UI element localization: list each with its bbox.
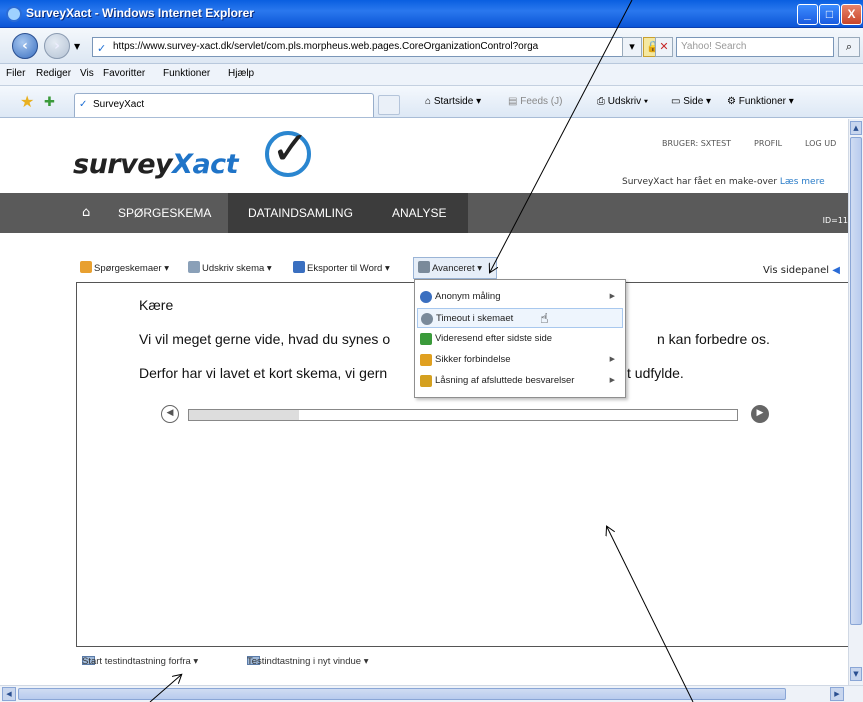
- window-title: SurveyXact - Windows Internet Explorer: [26, 6, 254, 20]
- page-icon-cmd: ▭: [671, 96, 681, 107]
- hand-cursor-icon: ☝: [540, 311, 549, 327]
- scroll-down-icon[interactable]: ▼: [850, 667, 862, 681]
- menu-item-timeout[interactable]: Timeout i skemaet: [417, 308, 623, 328]
- vertical-scrollbar[interactable]: ▲ ▼: [848, 119, 863, 685]
- tab-page-icon: ✓: [79, 99, 88, 110]
- print-schema-menu[interactable]: Udskriv skema ▾: [188, 261, 272, 274]
- next-page-button[interactable]: ▶: [751, 405, 769, 423]
- survey-line-2b: t udfylde.: [627, 365, 684, 381]
- tab-surveyxact[interactable]: ✓ SurveyXact: [74, 93, 374, 117]
- menu-item-forward[interactable]: Videresend efter sidste side: [417, 329, 623, 349]
- address-toolbar: ‹ › ▼ ✓ https://www.survey-xact.dk/servl…: [0, 28, 863, 64]
- greeting-text: Kære: [139, 297, 174, 313]
- print-icon: ⎙: [597, 96, 605, 107]
- submenu-arrow-icon: ▶: [609, 377, 615, 384]
- vertical-scroll-thumb[interactable]: [850, 137, 862, 625]
- minimize-button[interactable]: _: [797, 4, 818, 25]
- user-label: BRUGER: SXTEST: [662, 139, 732, 148]
- horizontal-scrollbar[interactable]: ◀ ▶: [0, 685, 863, 702]
- favorites-star-icon[interactable]: ★: [20, 92, 34, 112]
- advanced-menu[interactable]: Avanceret ▾: [418, 261, 482, 274]
- pencil-icon: [80, 261, 92, 273]
- page-content: BRUGER: SXTEST PROFIL LOG UD surveyXact …: [0, 119, 848, 685]
- surveyxact-logo[interactable]: surveyXact ✓: [73, 121, 313, 183]
- survey-line-1b: n kan forbedre os.: [657, 331, 770, 347]
- scroll-left-icon[interactable]: ◀: [2, 687, 16, 701]
- survey-line-1a: Vi vil meget gerne vide, hvad du synes o: [139, 331, 391, 347]
- home-command[interactable]: ⌂ Startside ▾: [425, 96, 481, 107]
- tools-command[interactable]: ⚙ Funktioner ▾: [727, 96, 794, 107]
- page-command[interactable]: ▭ Side ▾: [671, 96, 711, 107]
- progress-bar: [188, 409, 738, 421]
- forward-page-icon: [420, 333, 432, 345]
- add-favorite-icon[interactable]: ✚: [44, 94, 55, 110]
- logo-text: surveyXact: [73, 149, 239, 180]
- nav-tab-survey[interactable]: SPØRGESKEMA: [118, 193, 212, 233]
- go-dropdown-icon[interactable]: ▾: [622, 37, 642, 57]
- word-icon: [293, 261, 305, 273]
- ie-logo-icon: [6, 6, 22, 22]
- menu-file[interactable]: Filer: [6, 68, 25, 79]
- logout-link[interactable]: LOG UD: [805, 139, 836, 148]
- back-button[interactable]: ‹: [12, 33, 38, 59]
- scroll-right-icon[interactable]: ▶: [830, 687, 844, 701]
- show-side-panel[interactable]: Vis sidepanel ◀: [763, 265, 840, 276]
- submenu-arrow-icon: ▶: [609, 293, 615, 300]
- prev-page-button[interactable]: ◀: [161, 405, 179, 423]
- scroll-up-icon[interactable]: ▲: [850, 121, 862, 135]
- home-icon: ⌂: [425, 96, 432, 107]
- nav-id-label: ID=11: [822, 216, 848, 225]
- horizontal-scroll-thumb[interactable]: [18, 688, 786, 700]
- url-field[interactable]: ✓ https://www.survey-xact.dk/servlet/com…: [92, 37, 637, 57]
- arrow-left-icon: ◀: [832, 265, 840, 276]
- home-icon-nav[interactable]: ⌂: [82, 205, 96, 220]
- search-input[interactable]: Yahoo! Search: [676, 37, 834, 57]
- stop-icon[interactable]: ✕: [655, 37, 673, 57]
- read-more-link[interactable]: Læs mere: [780, 177, 825, 187]
- search-icon[interactable]: ⌕: [838, 37, 860, 57]
- logo-check-icon: ✓: [271, 121, 310, 175]
- window-titlebar: SurveyXact - Windows Internet Explorer _…: [0, 0, 863, 28]
- gear-icon: ⚙: [727, 96, 736, 107]
- main-nav: ⌂ SPØRGESKEMA DATAINDSAMLING ANALYSE ID=…: [0, 193, 848, 233]
- advanced-dropdown-menu: Anonym måling ▶ Timeout i skemaet Videres…: [414, 279, 626, 398]
- progress-fill: [189, 410, 299, 420]
- wrench-icon: [418, 261, 430, 273]
- feeds-icon: ▤: [508, 96, 518, 107]
- close-button[interactable]: X: [841, 4, 862, 25]
- new-tab-button[interactable]: [378, 95, 400, 115]
- forward-button[interactable]: ›: [44, 33, 70, 59]
- url-text: https://www.survey-xact.dk/servlet/com.p…: [113, 41, 539, 52]
- eye-icon: [420, 291, 432, 303]
- printer-icon: [188, 261, 200, 273]
- surveys-menu[interactable]: Spørgeskemaer ▾: [80, 261, 169, 274]
- menu-help[interactable]: Hjælp: [228, 68, 254, 79]
- submenu-arrow-icon: ▶: [609, 356, 615, 363]
- history-dropdown-icon[interactable]: ▼: [74, 42, 80, 51]
- export-word-menu[interactable]: Eksporter til Word ▾: [293, 261, 390, 274]
- lock-icon: [420, 375, 432, 387]
- menu-favorites[interactable]: Favoritter: [103, 68, 145, 79]
- print-command[interactable]: ⎙ Udskriv ▾: [597, 96, 648, 107]
- menu-tools[interactable]: Funktioner: [163, 68, 210, 79]
- tab-bar: ★ ✚ ✓ SurveyXact ⌂ Startside ▾ ▤ Feeds (…: [0, 86, 863, 118]
- tab-title: SurveyXact: [93, 99, 145, 110]
- shield-icon: [420, 354, 432, 366]
- menu-bar: Filer Rediger Vis Favoritter Funktioner …: [0, 64, 863, 86]
- menu-edit[interactable]: Rediger: [36, 68, 71, 79]
- page-icon: ✓: [97, 43, 107, 55]
- makeover-notice: SurveyXact har fået en make-over Læs mer…: [622, 177, 825, 187]
- menu-view[interactable]: Vis: [80, 68, 94, 79]
- profile-link[interactable]: PROFIL: [754, 139, 782, 148]
- menu-item-secure[interactable]: Sikker forbindelse ▶: [417, 350, 623, 370]
- nav-tab-analysis[interactable]: ANALYSE: [392, 193, 446, 233]
- clock-icon: [421, 313, 433, 325]
- maximize-button[interactable]: □: [819, 4, 840, 25]
- menu-item-anonymous[interactable]: Anonym måling ▶: [417, 287, 623, 307]
- survey-line-2a: Derfor har vi lavet et kort skema, vi ge…: [139, 365, 388, 381]
- feeds-command[interactable]: ▤ Feeds (J): [508, 96, 562, 107]
- menu-item-lock[interactable]: Låsning af afsluttede besvarelser ▶: [417, 371, 623, 391]
- nav-tab-data-collection[interactable]: DATAINDSAMLING: [248, 193, 353, 233]
